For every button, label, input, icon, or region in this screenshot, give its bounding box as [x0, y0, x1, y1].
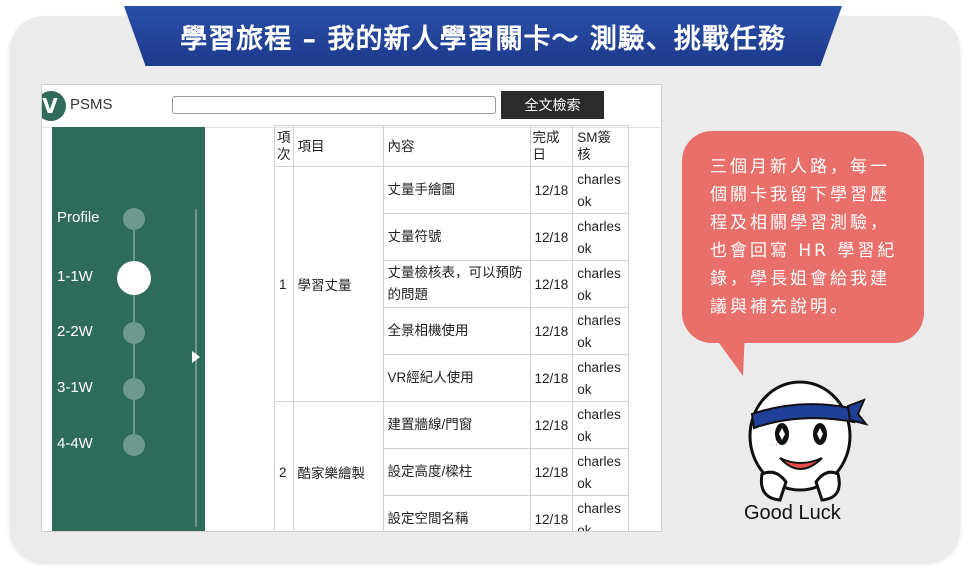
content-cell: 丈量檢核表，可以預防的問題 — [382, 260, 531, 308]
item-name: 酷家樂繪製 — [292, 401, 384, 531]
page-title: 學習旅程 – 我的新人學習關卡～ 測驗、挑戰任務 — [180, 23, 786, 55]
page-title-banner: 學習旅程 – 我的新人學習關卡～ 測驗、挑戰任務 — [124, 6, 842, 66]
item-name: 學習丈量 — [292, 166, 384, 402]
collapse-arrow-icon[interactable] — [192, 351, 200, 363]
sm-status: ok — [577, 288, 592, 303]
content-cell: 設定高度/樑柱 — [382, 448, 531, 496]
sm-status: ok — [577, 194, 592, 209]
top-bar: V PSMS 全文檢索 — [42, 85, 661, 128]
mascot-caption: Good Luck — [744, 502, 841, 524]
table-row: 2 酷家樂繪製 建置牆線/門窗 12/18 charles ok — [274, 401, 630, 531]
sidebar-step-label[interactable]: 2-2W — [57, 323, 93, 340]
sm-signoff-cell: charles ok — [572, 354, 630, 402]
sm-signoff-cell: charles ok — [572, 166, 630, 214]
date-cell: 12/18 — [529, 354, 574, 402]
sm-status: ok — [577, 523, 592, 532]
date-cell: 12/18 — [529, 166, 574, 214]
item-number: 1 — [274, 166, 294, 402]
sm-status: ok — [577, 382, 592, 397]
sm-signer: charles — [577, 172, 621, 187]
step-connector — [133, 295, 135, 322]
sidebar-step-label[interactable]: 4-4W — [57, 435, 93, 452]
sm-signoff-cell: charles ok — [572, 495, 630, 532]
sm-status: ok — [577, 335, 592, 350]
header-sm: SM簽核 — [572, 125, 630, 167]
content-cell: 全景相機使用 — [382, 307, 531, 355]
learning-table: 項次 項目 內容 完成日 SM簽核 1 學習丈量 丈量手繪圖 12/18 charles… — [274, 125, 630, 532]
speech-bubble: 三個月新人路，每一個關卡我留下學習歷程及相關學習測驗，也會回寫 HR 學習紀錄，… — [682, 131, 924, 343]
learning-table-wrapper: 項次 項目 內容 完成日 SM簽核 1 學習丈量 丈量手繪圖 12/18 charles… — [274, 125, 630, 532]
callout-text: 三個月新人路，每一個關卡我留下學習歷程及相關學習測驗，也會回寫 HR 學習紀錄，… — [710, 157, 898, 317]
logo-icon: V — [42, 91, 66, 121]
content-cell: 丈量符號 — [382, 213, 531, 261]
sm-signoff-cell: charles ok — [572, 213, 630, 261]
header-content: 內容 — [382, 125, 531, 167]
date-cell: 12/18 — [529, 260, 574, 308]
sm-signer: charles — [577, 266, 621, 281]
sidebar-step-label[interactable]: 3-1W — [57, 379, 93, 396]
active-step-dot[interactable] — [117, 261, 151, 295]
mascot-illustration: ' ' — [748, 380, 869, 502]
svg-text:' ': ' ' — [770, 443, 778, 453]
sidebar-rail — [195, 209, 197, 527]
sm-signer: charles — [577, 501, 621, 516]
date-cell: 12/18 — [529, 307, 574, 355]
sm-status: ok — [577, 476, 592, 491]
header-item: 項目 — [292, 125, 384, 167]
progress-sidebar: Profile 1-1W 2-2W 3-1W 4-4W — [52, 127, 205, 531]
header-no: 項次 — [274, 125, 294, 167]
sm-signoff-cell: charles ok — [572, 307, 630, 355]
sm-signer: charles — [577, 313, 621, 328]
sm-status: ok — [577, 429, 592, 444]
sidebar-step-label[interactable]: 1-1W — [57, 268, 93, 285]
step-dot[interactable] — [123, 208, 145, 230]
table-row: 1 學習丈量 丈量手繪圖 12/18 charles ok — [274, 166, 630, 402]
content-cell: 丈量手繪圖 — [382, 166, 531, 214]
item-number: 2 — [274, 401, 294, 531]
sm-signoff-cell: charles ok — [572, 260, 630, 308]
search-input[interactable] — [172, 96, 496, 114]
content-cell: 設定空間名稱 — [382, 495, 531, 531]
date-cell: 12/18 — [529, 401, 574, 449]
step-connector — [133, 344, 135, 378]
sidebar-step-label[interactable]: Profile — [57, 209, 100, 226]
sm-signer: charles — [577, 407, 621, 422]
sm-signoff-cell: charles ok — [572, 401, 630, 449]
sm-status: ok — [577, 241, 592, 256]
step-dot[interactable] — [123, 434, 145, 456]
sm-signer: charles — [577, 454, 621, 469]
header-date: 完成日 — [529, 125, 574, 167]
table-header-row: 項次 項目 內容 完成日 SM簽核 — [274, 125, 630, 167]
date-cell: 12/18 — [529, 213, 574, 261]
content-cell: VR經紀人使用 — [382, 354, 531, 402]
logo-text: PSMS — [70, 96, 113, 113]
step-dot[interactable] — [123, 322, 145, 344]
app-screenshot: V PSMS 全文檢索 Profile 1-1W 2-2W 3-1W 4-4W 項次 項… — [41, 84, 662, 532]
sm-signer: charles — [577, 360, 621, 375]
step-connector — [133, 400, 135, 434]
content-cell: 建置牆線/門窗 — [382, 401, 531, 449]
date-cell: 12/18 — [529, 495, 574, 531]
step-dot[interactable] — [123, 378, 145, 400]
fulltext-search-button[interactable]: 全文檢索 — [501, 91, 604, 119]
date-cell: 12/18 — [529, 448, 574, 496]
sm-signoff-cell: charles ok — [572, 448, 630, 496]
sm-signer: charles — [577, 219, 621, 234]
